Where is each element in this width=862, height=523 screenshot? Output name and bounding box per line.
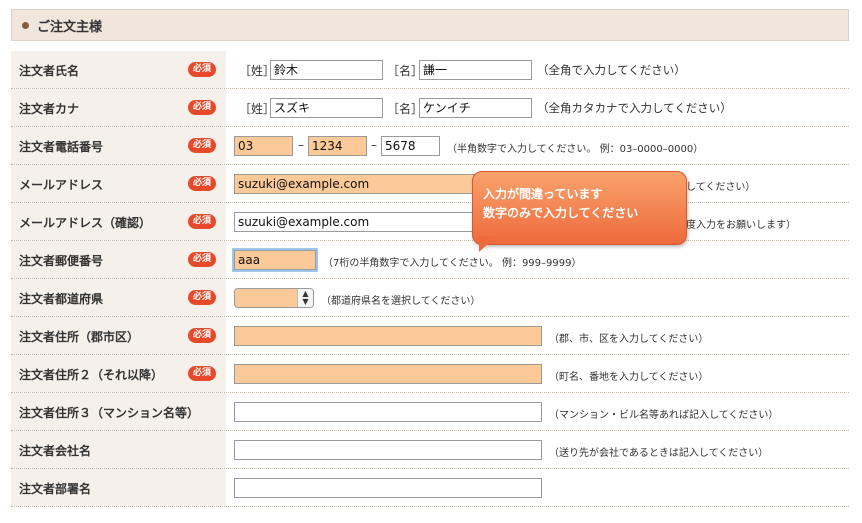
- mei-tag: ［名］: [387, 64, 424, 78]
- phone-part3-input[interactable]: 5678: [381, 136, 440, 156]
- select-arrows-icon: ▲ ▼: [297, 289, 313, 307]
- required-badge: 必須: [188, 100, 216, 115]
- email-hint: してください）: [686, 182, 756, 193]
- address1-input[interactable]: [234, 326, 542, 346]
- kana-label: 注文者カナ: [19, 102, 80, 116]
- name-label: 注文者氏名: [19, 64, 80, 78]
- row-postal: 注文者郵便番号 必須 aaa （7桁の半角数字で入力してください。 例：999–…: [11, 241, 849, 279]
- company-label: 注文者会社名: [19, 444, 92, 458]
- name-hint: （全角で入力してください）: [537, 63, 686, 77]
- kana-hint: （全角カタカナで入力してください）: [537, 101, 732, 115]
- address3-input[interactable]: [234, 402, 542, 422]
- required-badge: 必須: [188, 328, 216, 343]
- phone-hint: （半角数字で入力してください。 例：03–0000–0000）: [447, 144, 704, 155]
- required-badge: 必須: [188, 252, 216, 267]
- phone-label: 注文者電話番号: [19, 140, 104, 154]
- company-input[interactable]: [234, 440, 542, 460]
- row-name: 注文者氏名 必須 ［姓］ 鈴木 ［名］ 謙一 （全角で入力してください）: [11, 51, 849, 89]
- last-name-kana-input[interactable]: スズキ: [270, 98, 383, 118]
- department-input[interactable]: [234, 478, 542, 498]
- email-confirm-hint: 度入力をお願いします）: [686, 220, 796, 231]
- required-badge: 必須: [188, 138, 216, 153]
- address3-hint: （マンション・ビル名等あれば記入してください）: [549, 410, 779, 421]
- row-address3: 注文者住所３（マンション名等） （マンション・ビル名等あれば記入してください）: [11, 393, 849, 431]
- row-kana: 注文者カナ 必須 ［姓］ スズキ ［名］ ケンイチ （全角カタカナで入力してくだ…: [11, 89, 849, 127]
- section-title: ご注文主様: [37, 19, 103, 35]
- error-message-line1: 入力が間違っています: [483, 187, 603, 201]
- row-department: 注文者部署名: [11, 469, 849, 507]
- department-label: 注文者部署名: [19, 482, 92, 496]
- prefecture-select[interactable]: ▲ ▼: [234, 288, 314, 308]
- address1-hint: （郡、市、区を入力してください）: [549, 334, 709, 345]
- address2-input[interactable]: [234, 364, 542, 384]
- required-badge: 必須: [188, 366, 216, 381]
- required-badge: 必須: [188, 214, 216, 229]
- last-name-input[interactable]: 鈴木: [270, 60, 383, 80]
- bullet-icon: [22, 21, 29, 29]
- email-label: メールアドレス: [19, 178, 104, 192]
- postal-label: 注文者郵便番号: [19, 254, 104, 268]
- row-email: メールアドレス 必須 suzuki@example.com してください）: [11, 165, 849, 203]
- row-email-confirm: メールアドレス（確認） 必須 suzuki@example.com 度入力をお願…: [11, 203, 849, 241]
- required-badge: 必須: [188, 176, 216, 191]
- row-address1: 注文者住所（郡市区） 必須 （郡、市、区を入力してください）: [11, 317, 849, 355]
- prefecture-label: 注文者都道府県: [19, 292, 104, 306]
- phone-part2-input[interactable]: 1234: [308, 136, 367, 156]
- phone-part1-input[interactable]: 03: [234, 136, 293, 156]
- company-hint: （送り先が会社であるときは記入してください）: [549, 448, 769, 459]
- address2-hint: （町名、番地を入力してください）: [549, 372, 709, 383]
- phone-dash: –: [298, 138, 304, 152]
- prefecture-hint: （都道府県名を選択してください）: [321, 296, 481, 307]
- email-confirm-label: メールアドレス（確認）: [19, 216, 152, 230]
- row-prefecture: 注文者都道府県 必須 ▲ ▼ （都道府県名を選択してください）: [11, 279, 849, 317]
- error-message-line2: 数字のみで入力してください: [483, 206, 639, 220]
- postal-hint: （7桁の半角数字で入力してください。 例：999–9999）: [323, 258, 582, 269]
- row-phone: 注文者電話番号 必須 03 – 1234 – 5678 （半角数字で入力してくだ…: [11, 127, 849, 165]
- error-tooltip: 入力が間違っています 数字のみで入力してください: [472, 171, 687, 252]
- required-badge: 必須: [188, 62, 216, 77]
- phone-dash: –: [371, 138, 377, 152]
- first-name-kana-input[interactable]: ケンイチ: [419, 98, 532, 118]
- section-header: ご注文主様: [11, 9, 849, 41]
- first-name-input[interactable]: 謙一: [419, 60, 532, 80]
- address3-label: 注文者住所３（マンション名等）: [19, 406, 200, 420]
- mei-kana-tag: ［名］: [387, 102, 424, 116]
- row-company: 注文者会社名 （送り先が会社であるときは記入してください）: [11, 431, 849, 469]
- required-badge: 必須: [188, 290, 216, 305]
- address1-label: 注文者住所（郡市区）: [19, 330, 140, 344]
- address2-label: 注文者住所２（それ以降）: [19, 368, 164, 382]
- postal-code-input[interactable]: aaa: [232, 248, 318, 272]
- row-address2: 注文者住所２（それ以降） 必須 （町名、番地を入力してください）: [11, 355, 849, 393]
- tooltip-tail: [479, 236, 497, 252]
